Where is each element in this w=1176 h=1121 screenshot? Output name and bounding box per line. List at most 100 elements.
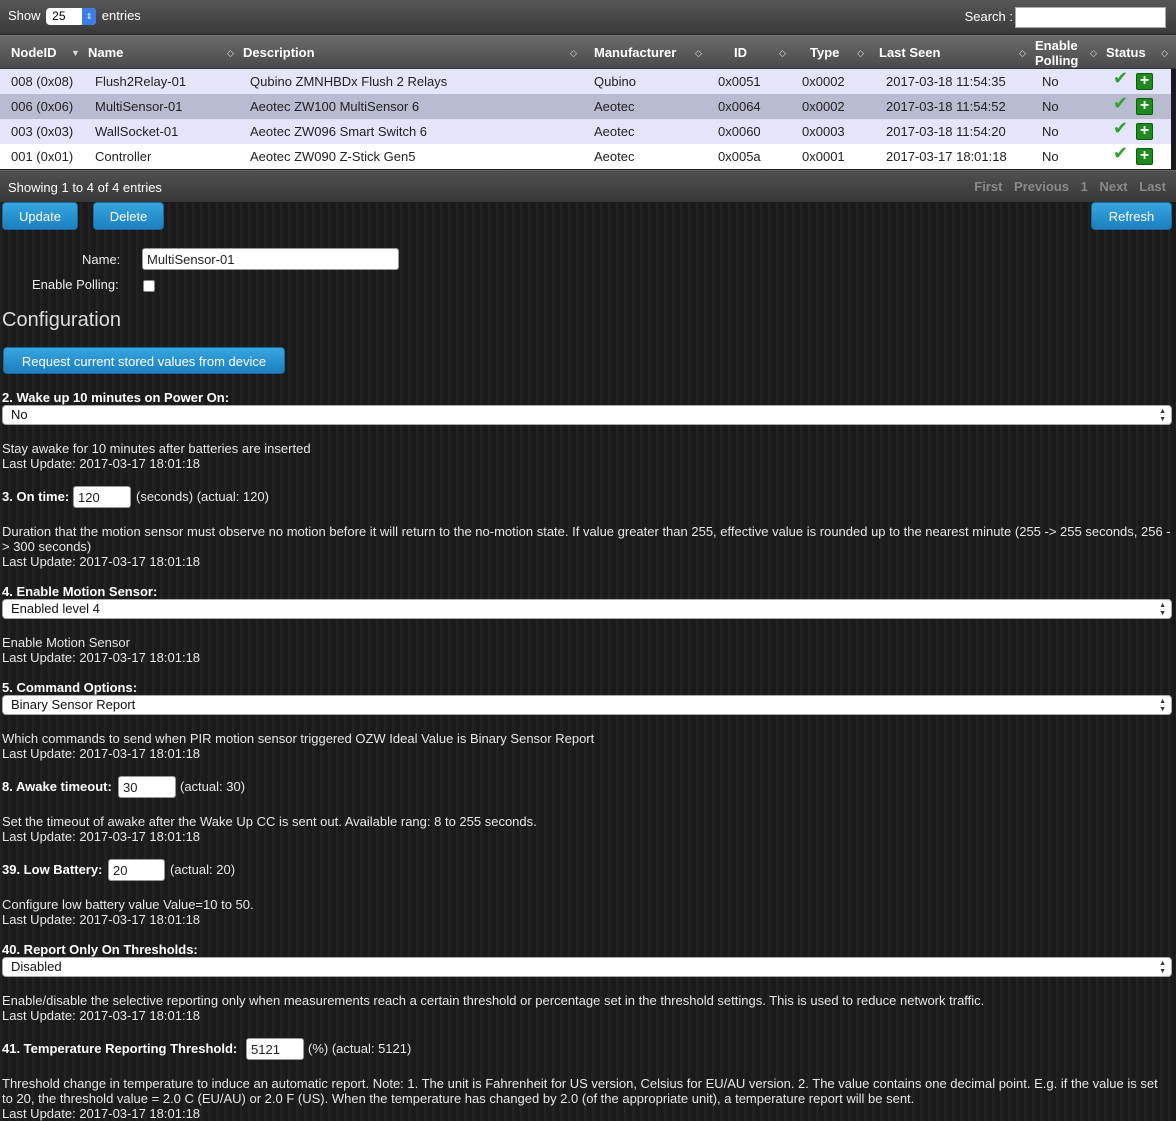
pager-previous[interactable]: Previous (1014, 179, 1069, 194)
param-4-select[interactable]: Enabled level 4 ▲ ▼ (2, 599, 1172, 619)
param-3-input[interactable]: 120 (73, 486, 131, 508)
param-2-select[interactable]: No ▲ ▼ (2, 405, 1172, 425)
col-status[interactable]: Status ◇ (1106, 36, 1168, 70)
col-type[interactable]: Type ◇ (810, 36, 864, 70)
table-row[interactable]: 008 (0x08) Flush2Relay-01 Qubino ZMNHBDx… (0, 68, 1171, 94)
param-5-description: Which commands to send when PIR motion s… (2, 731, 595, 761)
param-2-value: No (11, 407, 28, 422)
cell-manufacturer: Aeotec (594, 124, 635, 139)
param-2-description: Stay awake for 10 minutes after batterie… (2, 441, 311, 471)
col-enable-polling[interactable]: Enable Polling ◇ (1035, 38, 1097, 72)
select-arrows-icon: ▲ ▼ (1159, 602, 1166, 617)
pager-next[interactable]: Next (1099, 179, 1127, 194)
param-8-label: 8. Awake timeout: (2, 779, 112, 794)
table-row[interactable]: 006 (0x06) MultiSensor-01 Aeotec ZW100 M… (0, 93, 1171, 119)
select-arrows-icon: ▲ ▼ (1159, 698, 1166, 713)
cell-name: MultiSensor-01 (95, 99, 183, 114)
cell-polling: No (1042, 149, 1059, 164)
col-description[interactable]: Description ◇ (243, 36, 577, 70)
cell-id: 0x005a (718, 149, 761, 164)
col-manufacturer[interactable]: Manufacturer ◇ (594, 36, 702, 70)
cell-description: Qubino ZMNHBDx Flush 2 Relays (250, 74, 448, 89)
cell-description: Aeotec ZW090 Z-Stick Gen5 (250, 149, 416, 164)
param-39-suffix: (actual: 20) (170, 862, 236, 877)
sort-icon: ◇ (857, 48, 864, 58)
cell-manufacturer: Qubino (594, 74, 636, 89)
col-name[interactable]: Name ◇ (88, 36, 234, 70)
entries-length-control: Show 25 ⇕ entries (8, 8, 141, 26)
enable-polling-checkbox[interactable] (143, 280, 155, 292)
table-info: Showing 1 to 4 of 4 entries (8, 180, 162, 195)
sort-icon: ◇ (695, 48, 702, 58)
param-40-description: Enable/disable the selective reporting o… (2, 993, 985, 1023)
col-nodeid[interactable]: NodeID ▼ (11, 36, 80, 70)
param-40-value: Disabled (11, 959, 62, 974)
param-40-select[interactable]: Disabled ▲ ▼ (2, 957, 1172, 977)
status-ok-check-icon: ✔ (1113, 118, 1129, 138)
cell-nodeid: 003 (0x03) (11, 124, 74, 139)
add-plus-icon[interactable]: + (1136, 123, 1153, 140)
table-toolbar: Show 25 ⇕ entries Search : (0, 0, 1176, 35)
table-row[interactable]: 003 (0x03) WallSocket-01 Aeotec ZW096 Sm… (0, 118, 1171, 144)
cell-type: 0x0002 (802, 74, 845, 89)
sort-icon: ◇ (227, 48, 234, 58)
cell-name: Flush2Relay-01 (95, 74, 187, 89)
param-41-description: Threshold change in temperature to induc… (2, 1076, 1158, 1121)
param-39-input[interactable]: 20 (108, 859, 165, 881)
cell-nodeid: 008 (0x08) (11, 74, 74, 89)
param-39-label: 39. Low Battery: (2, 862, 103, 877)
cell-type: 0x0003 (802, 124, 845, 139)
cell-polling: No (1042, 124, 1059, 139)
update-button[interactable]: Update (2, 202, 78, 230)
pager-last[interactable]: Last (1139, 179, 1166, 194)
table-header: NodeID ▼ Name ◇ Description ◇ Manufacturer ◇… (0, 35, 1176, 69)
cell-name: Controller (95, 149, 152, 164)
name-input[interactable]: MultiSensor-01 (142, 248, 399, 270)
param-41-input[interactable]: 5121 (246, 1038, 304, 1060)
param-39-description: Configure low battery value Value=10 to … (2, 897, 254, 927)
table-footer: Showing 1 to 4 of 4 entries First Previo… (0, 170, 1176, 202)
configuration-heading: Configuration (2, 309, 121, 331)
pagination: First Previous 1 Next Last (966, 179, 1166, 194)
cell-type: 0x0001 (802, 149, 845, 164)
name-label: Name: (82, 252, 121, 267)
entries-select[interactable]: 25 ⇕ (46, 8, 97, 26)
col-id[interactable]: ID ◇ (734, 36, 786, 70)
add-plus-icon[interactable]: + (1136, 73, 1153, 90)
add-plus-icon[interactable]: + (1136, 98, 1153, 115)
table-row[interactable]: 001 (0x01) Controller Aeotec ZW090 Z-Sti… (0, 143, 1171, 169)
refresh-button[interactable]: Refresh (1091, 202, 1172, 230)
param-5-value: Binary Sensor Report (11, 697, 136, 712)
cell-polling: No (1042, 74, 1059, 89)
request-values-button[interactable]: Request current stored values from devic… (3, 347, 285, 374)
entries-select-value: 25 (52, 9, 66, 24)
cell-description: Aeotec ZW100 MultiSensor 6 (250, 99, 420, 114)
cell-id: 0x0051 (718, 74, 761, 89)
param-5-select[interactable]: Binary Sensor Report ▲ ▼ (2, 695, 1172, 715)
param-41-label: 41. Temperature Reporting Threshold: (2, 1041, 238, 1056)
param-8-input[interactable]: 30 (118, 776, 176, 798)
delete-button[interactable]: Delete (93, 202, 164, 230)
sort-icon: ◇ (1019, 48, 1026, 58)
enable-polling-label: Enable Polling: (32, 277, 119, 292)
cell-description: Aeotec ZW096 Smart Switch 6 (250, 124, 428, 139)
cell-manufacturer: Aeotec (594, 99, 635, 114)
search-input[interactable] (1015, 7, 1166, 28)
param-3-suffix: (seconds) (actual: 120) (136, 489, 269, 504)
sort-icon: ◇ (779, 48, 786, 58)
cell-id: 0x0060 (718, 124, 761, 139)
sort-icon: ◇ (570, 48, 577, 58)
cell-last-seen: 2017-03-17 18:01:18 (886, 149, 1007, 164)
col-last-seen[interactable]: Last Seen ◇ (879, 36, 1026, 70)
param-3-description: Duration that the motion sensor must obs… (2, 524, 1171, 569)
param-5-label: 5. Command Options: (2, 680, 138, 695)
cell-last-seen: 2017-03-18 11:54:20 (886, 124, 1006, 139)
pager-first[interactable]: First (974, 179, 1002, 194)
cell-id: 0x0064 (718, 99, 761, 114)
cell-manufacturer: Aeotec (594, 149, 635, 164)
cell-last-seen: 2017-03-18 11:54:35 (886, 74, 1006, 89)
add-plus-icon[interactable]: + (1136, 148, 1153, 165)
pager-page-1[interactable]: 1 (1081, 179, 1088, 194)
param-8-description: Set the timeout of awake after the Wake … (2, 814, 537, 844)
param-8-suffix: (actual: 30) (180, 779, 246, 794)
